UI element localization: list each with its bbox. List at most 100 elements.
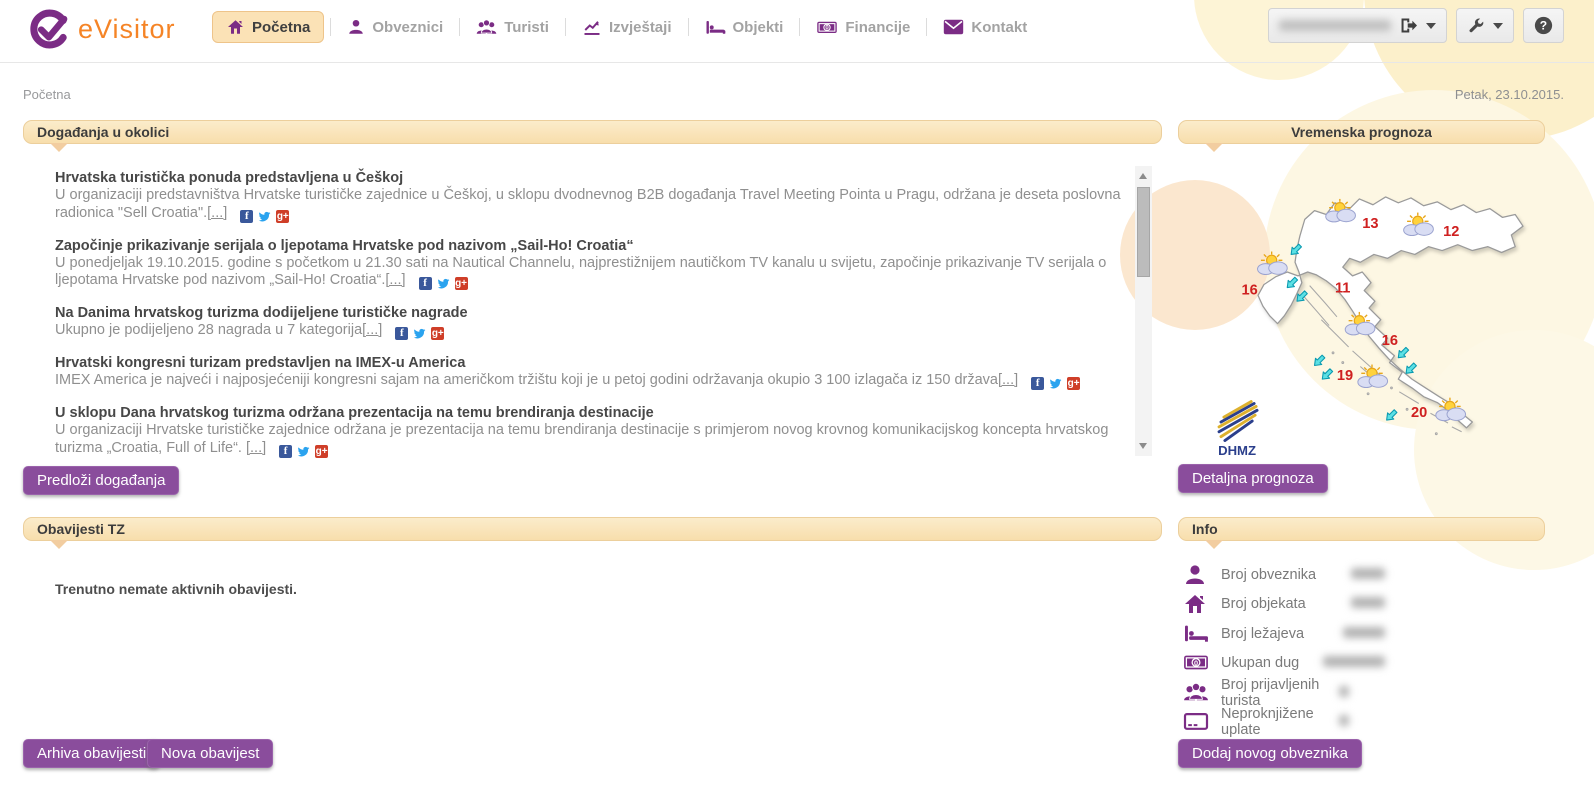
info-row: Broj prijavljenih turista <box>1183 678 1545 708</box>
info-label: Broj objekata <box>1221 596 1306 612</box>
news-item: Hrvatski kongresni turizam predstavljen … <box>55 354 1127 390</box>
wind-arrow-icon <box>1387 410 1397 420</box>
scroll-down-arrow[interactable] <box>1139 443 1147 449</box>
events-news-list: Hrvatska turistička ponuda predstavljena… <box>55 169 1127 472</box>
temp-label: 16 <box>1241 282 1257 298</box>
news-body-text: Ukupno je podijeljeno 28 nagrada u 7 kat… <box>55 322 362 338</box>
nav-tab-financije[interactable]: 0 Financije <box>806 12 920 42</box>
new-notice-button[interactable]: Nova obavijest <box>147 739 273 768</box>
nav-label: Izvještaji <box>609 19 672 36</box>
info-stats-list: Broj obveznika Broj objekata Broj ležaje… <box>1183 560 1545 737</box>
googleplus-icon[interactable]: g+ <box>431 327 444 340</box>
facebook-icon[interactable]: f <box>240 210 253 223</box>
nav-label: Turisti <box>504 19 549 36</box>
nav-tab-obveznici[interactable]: Obveznici <box>337 12 453 42</box>
temp-label: 13 <box>1362 216 1378 232</box>
add-obligor-button[interactable]: Dodaj novog obveznika <box>1178 739 1362 768</box>
brand-text: eVisitor <box>78 14 176 45</box>
twitter-icon[interactable] <box>258 210 271 223</box>
info-row: Broj objekata <box>1183 590 1545 620</box>
info-value-redacted <box>1351 595 1385 613</box>
help-button[interactable]: ? <box>1523 8 1564 43</box>
evisitor-logo[interactable]: eVisitor <box>30 9 176 49</box>
info-row: Broj ležajeva <box>1183 619 1545 649</box>
evisitor-logo-icon <box>30 9 70 49</box>
events-panel-header: Događanja u okolici <box>23 120 1162 144</box>
googleplus-icon[interactable]: g+ <box>315 445 328 458</box>
googleplus-icon[interactable]: g+ <box>276 210 289 223</box>
nav-separator <box>799 18 800 36</box>
googleplus-icon[interactable]: g+ <box>455 277 468 290</box>
header-divider <box>0 62 1594 63</box>
googleplus-icon[interactable]: g+ <box>1067 377 1080 390</box>
temp-label: 11 <box>1335 280 1350 296</box>
info-value-redacted <box>1351 566 1385 584</box>
twitter-icon[interactable] <box>1049 377 1062 390</box>
card-icon <box>1183 710 1209 734</box>
news-title-link[interactable]: U sklopu Dana hrvatskog turizma održana … <box>55 404 1127 422</box>
username-redacted <box>1279 20 1391 31</box>
user-icon <box>1183 563 1209 587</box>
scrollbar-thumb[interactable] <box>1137 187 1150 277</box>
nav-tab-objekti[interactable]: Objekti <box>695 12 794 42</box>
dhmz-label: DHMZ <box>1218 443 1256 458</box>
user-menu-button[interactable] <box>1268 8 1447 43</box>
notices-archive-button[interactable]: Arhiva obavijesti <box>23 739 160 768</box>
news-scrollbar[interactable] <box>1135 166 1152 456</box>
nav-tab-izvjestaji[interactable]: Izvještaji <box>572 12 682 42</box>
social-icons: f g+ <box>240 210 289 223</box>
twitter-icon[interactable] <box>297 445 310 458</box>
news-item: Na Danima hrvatskog turizma dodijeljene … <box>55 304 1127 340</box>
info-value-redacted <box>1339 713 1349 731</box>
chart-icon <box>582 18 602 36</box>
news-more-link[interactable]: [...] <box>362 322 382 338</box>
news-body-text: U organizaciji Hrvatske turističke zajed… <box>55 422 1108 456</box>
news-more-link[interactable]: [...] <box>385 272 405 288</box>
news-title-link[interactable]: Započinje prikazivanje serijala o ljepot… <box>55 237 1127 255</box>
facebook-icon[interactable]: f <box>1031 377 1044 390</box>
news-item: Započinje prikazivanje serijala o ljepot… <box>55 237 1127 291</box>
news-more-link[interactable]: [...] <box>998 372 1018 388</box>
news-title-link[interactable]: Hrvatska turistička ponuda predstavljena… <box>55 169 1127 187</box>
news-title-link[interactable]: Na Danima hrvatskog turizma dodijeljene … <box>55 304 1127 322</box>
breadcrumb: Početna <box>23 87 71 102</box>
news-more-link[interactable]: [...] <box>207 205 227 221</box>
social-icons: f g+ <box>419 277 468 290</box>
temp-label: 19 <box>1337 368 1353 384</box>
twitter-icon[interactable] <box>437 277 450 290</box>
social-icons: f g+ <box>279 445 328 458</box>
info-row: Neproknjižene uplate <box>1183 708 1545 738</box>
wrench-icon <box>1467 17 1485 35</box>
current-date: Petak, 23.10.2015. <box>1455 87 1564 102</box>
news-body-text: IMEX America je najveći i najposjećeniji… <box>55 372 998 388</box>
facebook-icon[interactable]: f <box>419 277 432 290</box>
wind-arrow-icon <box>1406 363 1416 373</box>
facebook-icon[interactable]: f <box>279 445 292 458</box>
news-body-text: U ponedjeljak 19.10.2015. godine s počet… <box>55 255 1106 289</box>
panel-pointer <box>50 143 68 152</box>
user-icon <box>347 18 365 36</box>
news-title-link[interactable]: Hrvatski kongresni turizam predstavljen … <box>55 354 1127 372</box>
info-label: Ukupan dug <box>1221 655 1299 671</box>
news-more-link[interactable]: [...] <box>246 440 266 456</box>
twitter-icon[interactable] <box>413 327 426 340</box>
logout-icon <box>1399 17 1418 34</box>
nav-tab-pocetna[interactable]: Početna <box>212 11 324 43</box>
nav-tab-turisti[interactable]: Turisti <box>466 12 559 42</box>
croatia-outline <box>1258 197 1523 428</box>
tools-menu-button[interactable] <box>1456 8 1514 43</box>
news-item: U sklopu Dana hrvatskog turizma održana … <box>55 404 1127 458</box>
dhmz-logo: DHMZ <box>1218 402 1257 459</box>
suggest-events-button[interactable]: Predloži događanja <box>23 466 179 495</box>
info-row: Broj obveznika <box>1183 560 1545 590</box>
nav-tab-kontakt[interactable]: Kontakt <box>933 12 1037 42</box>
nav-label: Obveznici <box>372 19 443 36</box>
panel-pointer <box>1205 540 1223 549</box>
scroll-up-arrow[interactable] <box>1139 173 1147 179</box>
facebook-icon[interactable]: f <box>395 327 408 340</box>
info-value-redacted <box>1339 684 1349 702</box>
bed-icon <box>705 18 726 36</box>
help-icon: ? <box>1534 16 1553 35</box>
detailed-forecast-button[interactable]: Detaljna prognoza <box>1178 464 1328 493</box>
weather-panel-header: Vremenska prognoza <box>1178 120 1545 144</box>
